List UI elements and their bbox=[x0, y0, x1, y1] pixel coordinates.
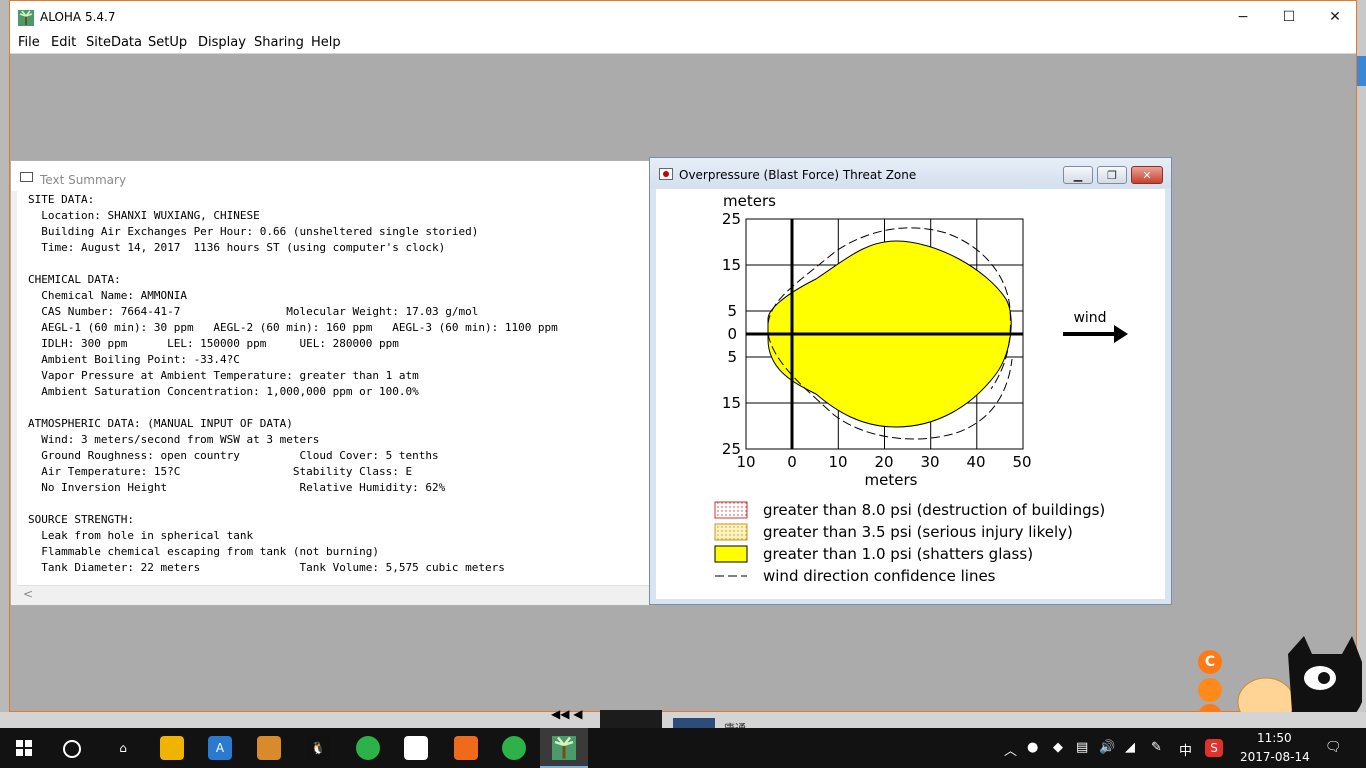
menu-help[interactable]: Help bbox=[311, 35, 341, 50]
x-unit-label: meters bbox=[865, 471, 918, 489]
x-tick: 10 bbox=[736, 453, 755, 471]
text-summary-window: Text Summary SITE DATA: Location: SHANXI… bbox=[10, 160, 655, 606]
wechat-icon[interactable] bbox=[502, 736, 526, 760]
floating-face-icon[interactable] bbox=[1198, 678, 1222, 702]
mail-icon[interactable] bbox=[404, 736, 428, 760]
threat-restore-button[interactable]: ❐ bbox=[1097, 166, 1127, 184]
tray-device-icon[interactable]: ▤ bbox=[1076, 740, 1088, 755]
close-button[interactable]: ✕ bbox=[1312, 1, 1358, 33]
x-tick: 20 bbox=[874, 453, 893, 471]
notification-icon[interactable]: 🗨 bbox=[1325, 740, 1342, 755]
tray-chevron-icon[interactable]: ︿ bbox=[1004, 740, 1017, 759]
threat-zone-plot-area: meters 25 15 5 0 5 15 25 10 0 10 20 30 4… bbox=[656, 189, 1165, 599]
volume-icon[interactable]: 🔊 bbox=[1099, 740, 1115, 755]
legend-label: greater than 8.0 psi (destruction of bui… bbox=[763, 501, 1105, 519]
back-arrows-icon[interactable]: ◀◀ ◀ bbox=[551, 707, 583, 721]
wind-arrow-icon bbox=[1063, 325, 1128, 343]
x-tick: 50 bbox=[1012, 453, 1031, 471]
legend-swatch-1psi bbox=[714, 545, 748, 563]
x-tick-labels: 10 0 10 20 30 40 50 bbox=[736, 453, 1031, 471]
title-bar[interactable]: ALOHA 5.4.7 − ☐ ✕ bbox=[10, 1, 1356, 33]
text-summary-title: Text Summary bbox=[40, 173, 127, 187]
preview-strip: ◀◀ ◀ 唐通 bbox=[0, 707, 1366, 735]
menu-sitedata[interactable]: SiteData bbox=[86, 35, 142, 50]
ime-indicator[interactable]: 中 bbox=[1179, 740, 1192, 759]
floating-c-button[interactable]: C bbox=[1198, 650, 1222, 674]
qq-icon[interactable]: 🐧 bbox=[306, 736, 330, 760]
palm-tree-icon bbox=[18, 10, 34, 26]
legend-label: greater than 1.0 psi (shatters glass) bbox=[763, 545, 1033, 563]
legend: greater than 8.0 psi (destruction of bui… bbox=[714, 501, 1105, 585]
x-tick: 0 bbox=[787, 453, 797, 471]
y-tick: 0 bbox=[727, 325, 737, 343]
summary-text: SITE DATA: Location: SHANXI WUXIANG, CHI… bbox=[28, 193, 558, 574]
y-tick: 5 bbox=[727, 302, 737, 320]
taskbar: ⌂ A 🐧 ︿ ● ◆ ▤ 🔊 ◢ ✎ 中 S 11:50 2017-08-14… bbox=[0, 728, 1366, 768]
tray-qq-icon[interactable]: ◆ bbox=[1053, 740, 1063, 755]
menu-display[interactable]: Display bbox=[198, 35, 246, 50]
legend-swatch-8psi bbox=[714, 501, 748, 519]
x-tick: 40 bbox=[966, 453, 985, 471]
menu-file[interactable]: File bbox=[18, 35, 40, 50]
home-icon[interactable]: ⌂ bbox=[111, 736, 135, 760]
y-tick: 15 bbox=[722, 394, 741, 412]
menu-sharing[interactable]: Sharing bbox=[254, 35, 304, 50]
pen-icon[interactable]: ✎ bbox=[1151, 740, 1162, 755]
menu-edit[interactable]: Edit bbox=[51, 35, 76, 50]
legend-swatch-3-5psi bbox=[714, 523, 748, 541]
y-unit-label: meters bbox=[723, 192, 776, 210]
search-icon[interactable] bbox=[63, 740, 81, 758]
x-tick: 10 bbox=[828, 453, 847, 471]
threat-zone-window: Overpressure (Blast Force) Threat Zone ▁… bbox=[649, 157, 1172, 605]
sogou-icon[interactable]: S bbox=[1205, 739, 1223, 757]
clock-date[interactable]: 2017-08-14 bbox=[1240, 750, 1310, 764]
network-icon[interactable]: ◢ bbox=[1125, 740, 1135, 755]
legend-label: wind direction confidence lines bbox=[763, 567, 996, 585]
minimize-button[interactable]: − bbox=[1220, 1, 1266, 33]
y-tick: 5 bbox=[727, 348, 737, 366]
threat-zone-window-icon bbox=[659, 168, 673, 180]
legend-label: greater than 3.5 psi (serious injury lik… bbox=[763, 523, 1073, 541]
text-summary-body[interactable]: SITE DATA: Location: SHANXI WUXIANG, CHI… bbox=[17, 191, 650, 585]
y-tick: 15 bbox=[722, 256, 741, 274]
file-explorer-icon[interactable] bbox=[160, 736, 184, 760]
clock-time[interactable]: 11:50 bbox=[1257, 731, 1292, 745]
threat-minimize-button[interactable]: ▁ bbox=[1063, 166, 1093, 184]
app-title: ALOHA 5.4.7 bbox=[40, 10, 116, 24]
pdf-app-icon[interactable] bbox=[454, 736, 478, 760]
y-tick-labels: 25 15 5 0 5 15 25 bbox=[722, 210, 741, 458]
font-app-icon[interactable]: A bbox=[208, 736, 232, 760]
scroll-left-icon[interactable]: < bbox=[23, 587, 33, 601]
windows-start-icon[interactable] bbox=[16, 740, 32, 756]
threat-zone-plot: meters 25 15 5 0 5 15 25 10 0 10 20 30 4… bbox=[714, 192, 1128, 585]
document-icon bbox=[20, 172, 33, 182]
menu-setup[interactable]: SetUp bbox=[148, 35, 187, 50]
fox-app-icon[interactable] bbox=[257, 736, 281, 760]
preview-thumbnail[interactable] bbox=[673, 718, 715, 728]
adjacent-window-tab[interactable] bbox=[1357, 56, 1366, 86]
threat-zone-title-bar[interactable]: Overpressure (Blast Force) Threat Zone ▁… bbox=[650, 158, 1171, 188]
y-tick: 25 bbox=[722, 210, 741, 228]
menu-bar: File Edit SiteData SetUp Display Sharing… bbox=[10, 33, 1356, 54]
wind-label: wind bbox=[1073, 310, 1106, 326]
threat-zone-title: Overpressure (Blast Force) Threat Zone bbox=[679, 168, 917, 182]
adjacent-window-edge bbox=[1357, 0, 1366, 712]
aloha-taskbar-button[interactable] bbox=[540, 728, 588, 768]
text-summary-title-bar[interactable]: Text Summary bbox=[11, 161, 654, 191]
palm-tree-icon bbox=[552, 736, 576, 760]
x-tick: 30 bbox=[920, 453, 939, 471]
browser-icon[interactable] bbox=[356, 736, 380, 760]
horizontal-scrollbar[interactable]: < bbox=[17, 585, 650, 604]
threat-close-button[interactable]: ✕ bbox=[1131, 166, 1163, 184]
tray-wechat-icon[interactable]: ● bbox=[1027, 740, 1038, 755]
maximize-button[interactable]: ☐ bbox=[1266, 1, 1312, 33]
